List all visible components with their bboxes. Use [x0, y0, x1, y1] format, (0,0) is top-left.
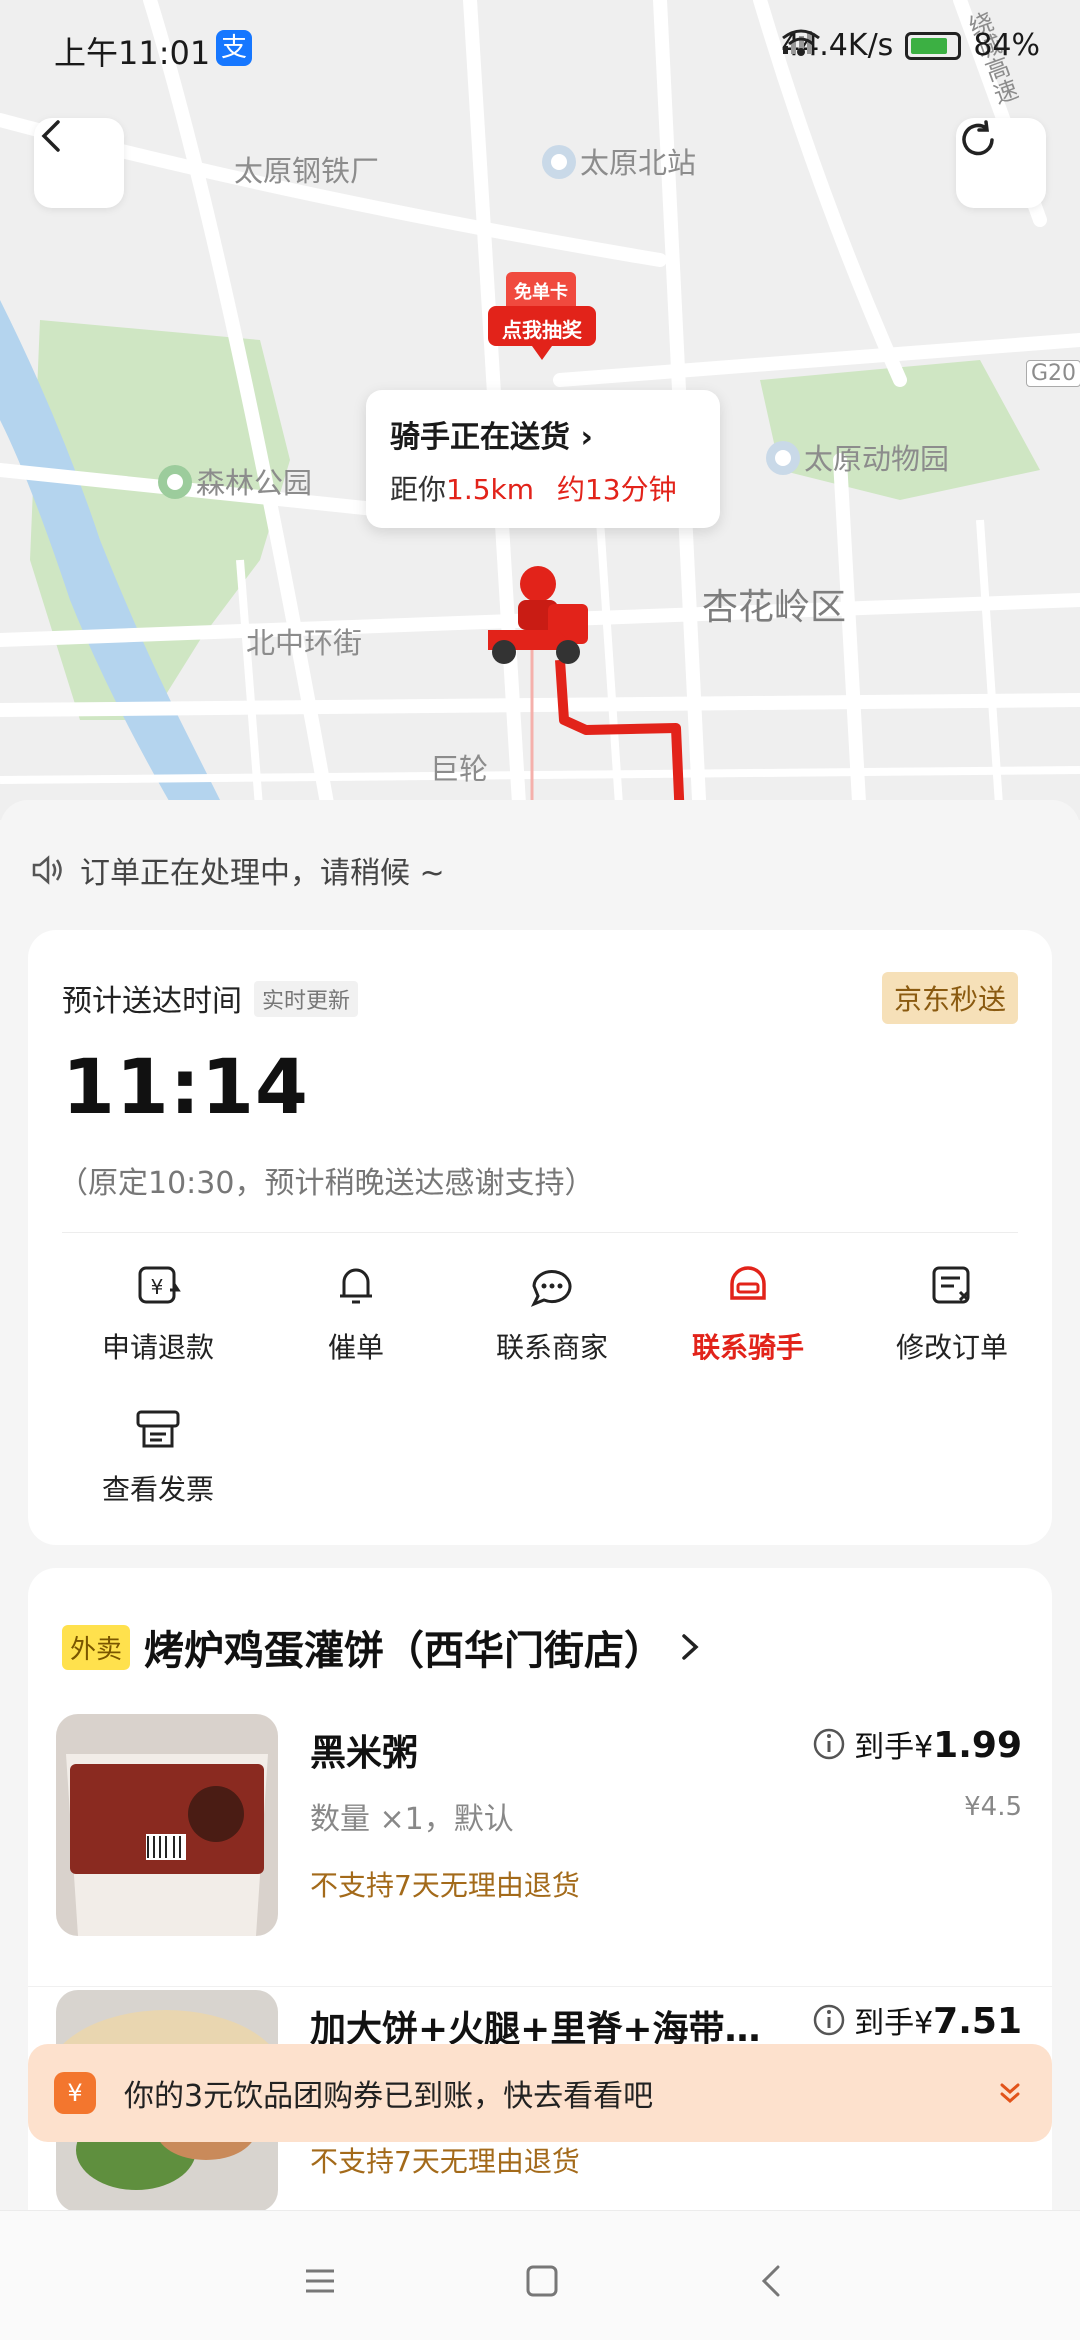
- bell-icon: [340, 1268, 372, 1304]
- map-label-xinghualing: 杏花岭区: [702, 587, 847, 628]
- return-policy: 不支持7天无理由退货: [310, 2145, 580, 2178]
- map-label-forest-park: 森林公园: [158, 460, 312, 502]
- chevron-left-icon: [41, 120, 60, 152]
- item-name: 黑米粥: [310, 1733, 419, 1774]
- toast-text: 你的3元饮品团购券已到账，快去看看吧: [124, 2079, 654, 2114]
- battery-level: 84%: [973, 28, 1040, 63]
- refresh-icon: [962, 120, 994, 156]
- item-divider: [28, 1986, 1052, 1987]
- coupon-pin-line2: 点我抽奖: [502, 318, 582, 342]
- svg-text:¥: ¥: [151, 1275, 164, 1299]
- original-price: ¥4.5: [964, 1792, 1022, 1822]
- takeout-tag: 外卖: [62, 1624, 131, 1670]
- map-label-zoo: 太原动物园: [766, 436, 949, 478]
- park-icon: [158, 465, 192, 499]
- divider: [62, 1232, 1018, 1233]
- chevron-right-icon: ›: [580, 420, 593, 455]
- contact-rider-button[interactable]: 联系骑手: [658, 1260, 838, 1366]
- estimated-time: 11:14: [62, 1042, 309, 1131]
- coupon-toast[interactable]: ¥ 你的3元饮品团购券已到账，快去看看吧: [28, 2044, 1052, 2142]
- rider-status-bubble[interactable]: 骑手正在送货 › 距你1.5km 约13分钟: [366, 390, 720, 528]
- coupon-pin-line1: 免单卡: [514, 282, 568, 303]
- item-quantity: 数量 ×1，默认: [310, 1802, 514, 1837]
- order-item[interactable]: 黑米粥 数量 ×1，默认 不支持7天无理由退货 到手¥1.99 ¥4.5: [28, 1714, 1052, 1974]
- map-label-julun: 巨轮: [430, 752, 489, 786]
- map-label-beizhong: 北中环街: [246, 626, 363, 660]
- system-nav-bar: [0, 2210, 1080, 2340]
- menu-icon[interactable]: [300, 2261, 340, 2301]
- service-badge: 京东秒送: [881, 972, 1018, 1024]
- status-right: 44.4K/s 84%: [781, 28, 1040, 63]
- status-bar: 上午11:01 支 44.4K/s 84%: [0, 0, 1080, 96]
- wifi-icon: [782, 29, 821, 56]
- status-time: 上午11:01: [54, 34, 211, 72]
- free-order-lottery-pin[interactable]: 免单卡 点我抽奖: [484, 272, 600, 362]
- map-label-taiyuan-north: 太原北站: [542, 140, 696, 182]
- realtime-tag: 实时更新: [254, 981, 359, 1017]
- info-icon[interactable]: [812, 2003, 846, 2037]
- shop-link[interactable]: 外卖 烤炉鸡蛋灌饼（西华门街店）: [62, 1618, 702, 1676]
- home-icon[interactable]: [522, 2261, 562, 2301]
- rider-scooter-icon: [478, 560, 594, 670]
- estimate-note: （原定10:30，预计稍晚送达感谢支持）: [58, 1166, 595, 1201]
- refund-button[interactable]: ¥ 申请退款: [68, 1260, 248, 1366]
- item-price: 到手¥7.51: [812, 1998, 1022, 2042]
- station-icon: [542, 145, 576, 179]
- back-button[interactable]: [34, 118, 124, 208]
- speaker-icon: [32, 855, 62, 885]
- estimate-label: 预计送达时间 实时更新: [62, 976, 359, 1020]
- contact-merchant-button[interactable]: 联系商家: [462, 1260, 642, 1366]
- info-icon[interactable]: [812, 1727, 846, 1761]
- delivery-estimate-card: 预计送达时间 实时更新 京东秒送 11:14 （原定10:30，预计稍晚送达感谢支…: [28, 930, 1052, 1545]
- map-label-taiyuan-steel: 太原钢铁厂: [234, 154, 380, 188]
- chevron-right-icon: [682, 1634, 699, 1660]
- item-price: 到手¥1.99: [812, 1722, 1022, 1766]
- rider-distance: 距你1.5km 约13分钟: [390, 473, 677, 506]
- refresh-button[interactable]: [956, 118, 1046, 208]
- back-nav-icon[interactable]: [752, 2261, 792, 2301]
- invoice-icon: [136, 1410, 180, 1448]
- return-policy: 不支持7天无理由退货: [310, 1869, 580, 1902]
- battery-icon: [905, 31, 962, 60]
- delivery-map[interactable]: 太原钢铁厂 太原北站 森林公园 太原动物园 杏花岭区 北中环街 巨轮 G20 绕…: [0, 0, 1080, 820]
- view-invoice-button[interactable]: 查看发票: [68, 1402, 248, 1508]
- zoo-icon: [766, 441, 800, 475]
- coupon-icon: ¥: [54, 2072, 96, 2114]
- double-chevron-down-icon[interactable]: [994, 2077, 1026, 2109]
- modify-order-button[interactable]: 修改订单: [862, 1260, 1042, 1366]
- order-items-card: 外卖 烤炉鸡蛋灌饼（西华门街店） 黑米粥 数量 ×1，默认 不支持7天无理由退货: [28, 1568, 1052, 2268]
- processing-notice: 订单正在处理中，请稍候 ~: [30, 848, 445, 892]
- notice-text: 订单正在处理中，请稍候 ~: [80, 856, 445, 891]
- product-image-black-rice: [56, 1714, 278, 1936]
- map-label-g20: G20: [1026, 360, 1080, 387]
- helmet-icon: [730, 1266, 766, 1300]
- chat-icon: [530, 1270, 572, 1307]
- order-detail-sheet: 订单正在处理中，请稍候 ~ 预计送达时间 实时更新 京东秒送 11:14 （原定1…: [0, 800, 1080, 2268]
- rider-eta: 约13分钟: [556, 473, 677, 506]
- refund-icon: ¥: [138, 1266, 181, 1304]
- alipay-icon: 支: [216, 30, 252, 66]
- shop-name: 烤炉鸡蛋灌饼（西华门街店）: [144, 1628, 665, 1674]
- edit-order-icon: [932, 1266, 970, 1304]
- rider-status-title: 骑手正在送货 ›: [390, 420, 593, 455]
- urge-order-button[interactable]: 催单: [266, 1260, 446, 1366]
